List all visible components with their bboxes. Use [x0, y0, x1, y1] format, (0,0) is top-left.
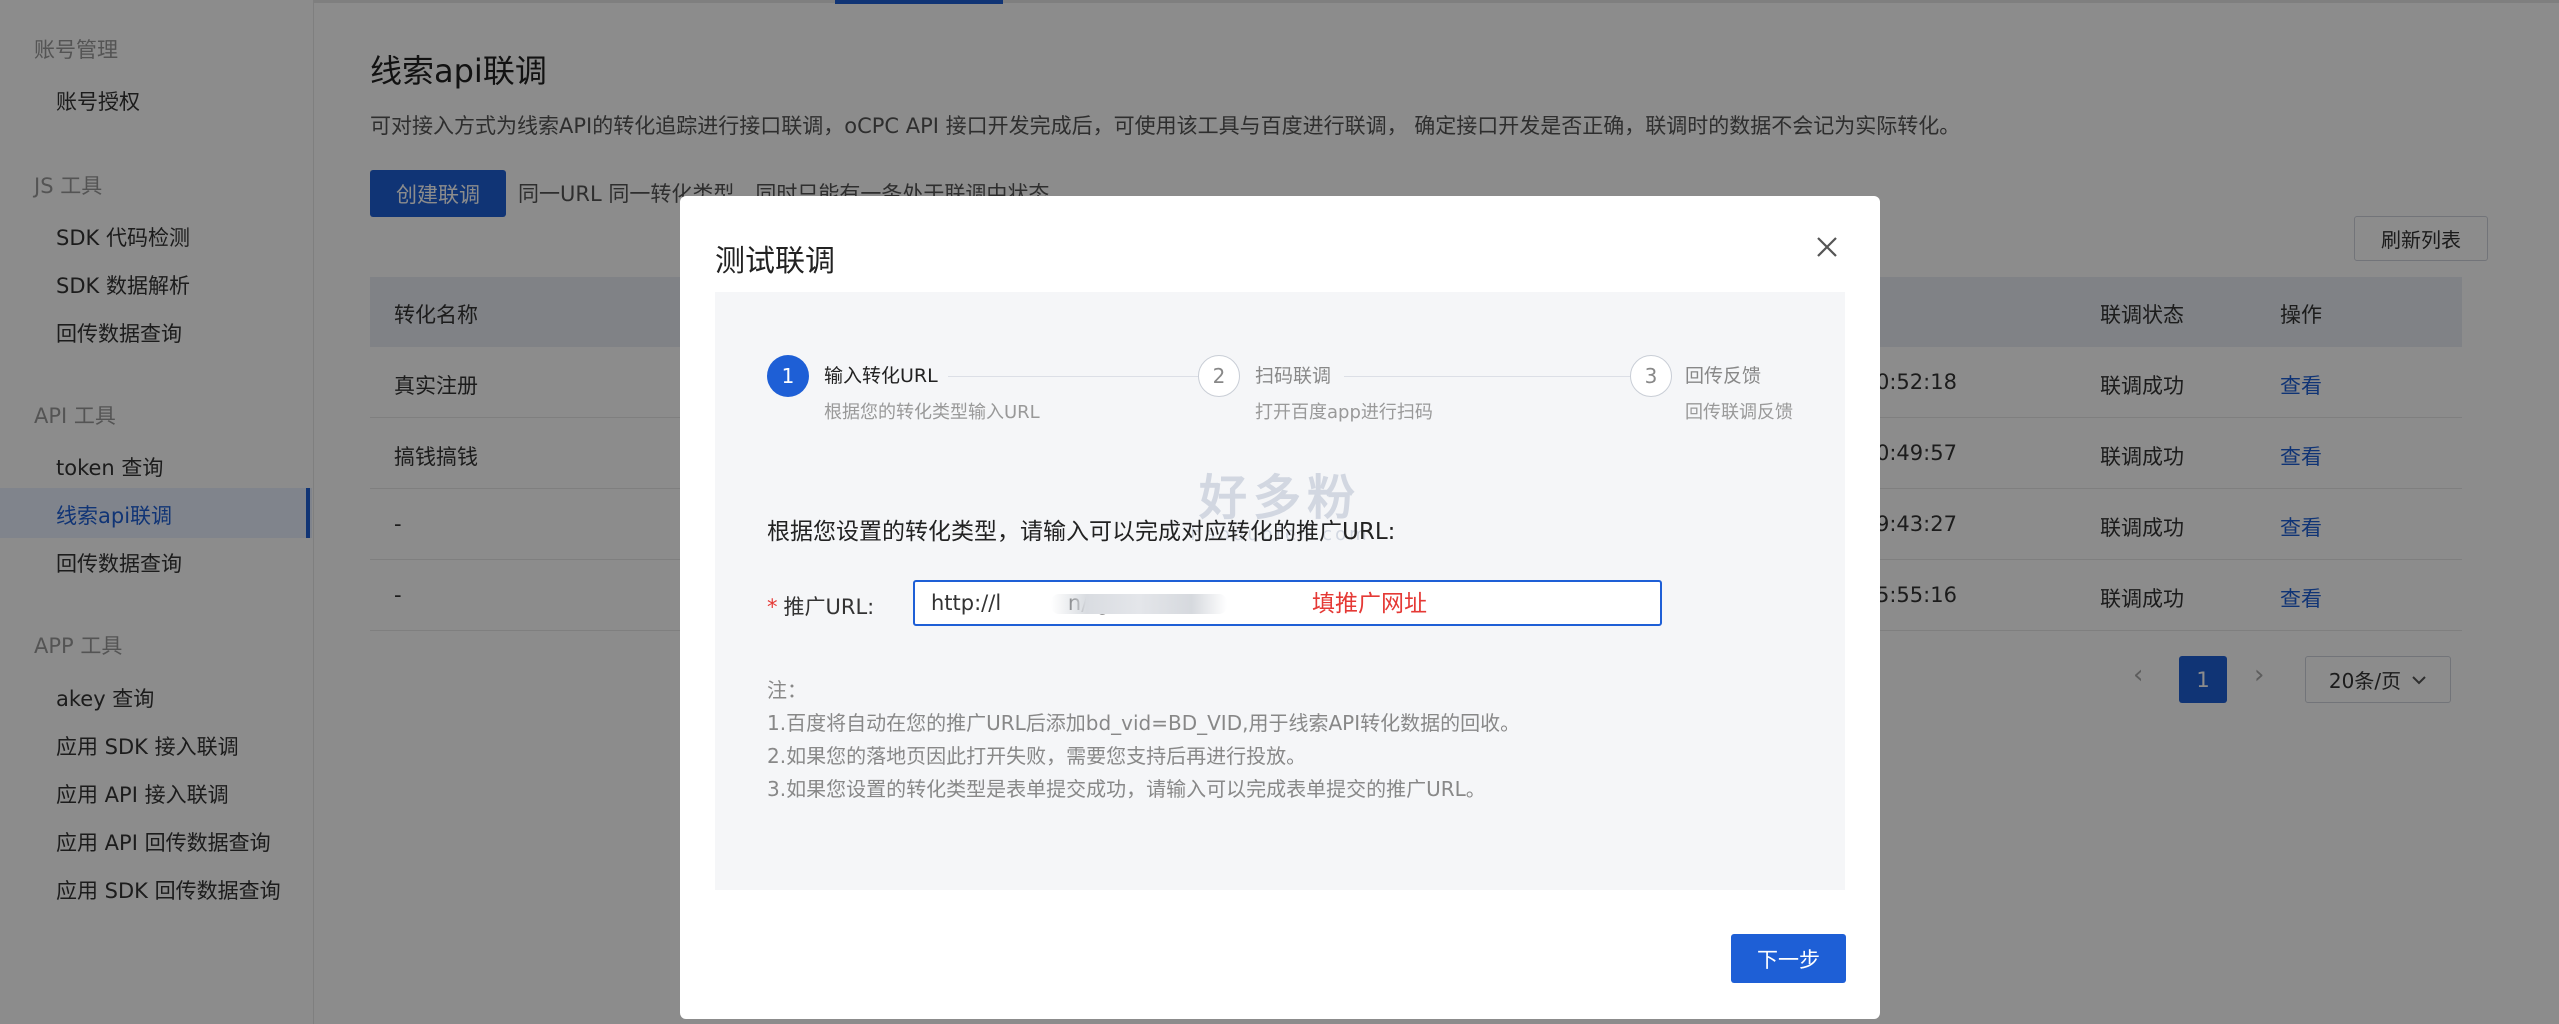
step-3-indicator: 3 — [1630, 355, 1672, 397]
url-prompt: 根据您设置的转化类型，请输入可以完成对应转化的推广URL: — [767, 519, 1396, 545]
note-item: 3.如果您设置的转化类型是表单提交成功，请输入可以完成表单提交的推广URL。 — [767, 777, 1486, 801]
step-2-title: 扫码联调 — [1255, 365, 1332, 387]
step-1-title: 输入转化URL — [824, 365, 938, 387]
step-connector — [948, 376, 1223, 377]
url-field-label: * 推广URL: — [767, 591, 874, 621]
redacted-url-blur — [1051, 594, 1227, 614]
step-1-subtitle: 根据您的转化类型输入URL — [824, 402, 1040, 423]
step-2-subtitle: 打开百度app进行扫码 — [1255, 402, 1433, 423]
promotion-url-input[interactable] — [913, 580, 1662, 626]
step-1-indicator: 1 — [767, 355, 809, 397]
required-mark: * — [767, 595, 778, 619]
next-step-button[interactable]: 下一步 — [1731, 934, 1846, 983]
step-2-indicator: 2 — [1198, 355, 1240, 397]
notes-heading: 注： — [767, 678, 807, 702]
url-annotation: 填推广网址 — [1312, 591, 1427, 617]
url-label-text: 推广URL: — [783, 595, 875, 619]
step-3-subtitle: 回传联调反馈 — [1685, 402, 1793, 423]
step-3-title: 回传反馈 — [1685, 365, 1762, 387]
close-icon[interactable] — [1812, 232, 1842, 262]
notes-block: 注： 1.百度将自动在您的推广URL后添加bd_vid=BD_VID,用于线索A… — [767, 674, 1520, 806]
step-connector — [1344, 376, 1634, 377]
note-item: 1.百度将自动在您的推广URL后添加bd_vid=BD_VID,用于线索API转… — [767, 711, 1521, 735]
note-item: 2.如果您的落地页因此打开失败，需要您支持后再进行投放。 — [767, 744, 1307, 768]
test-debug-modal: 测试联调 1 输入转化URL 根据您的转化类型输入URL 2 扫码联调 打开百度… — [680, 196, 1880, 1019]
modal-title: 测试联调 — [715, 244, 835, 279]
